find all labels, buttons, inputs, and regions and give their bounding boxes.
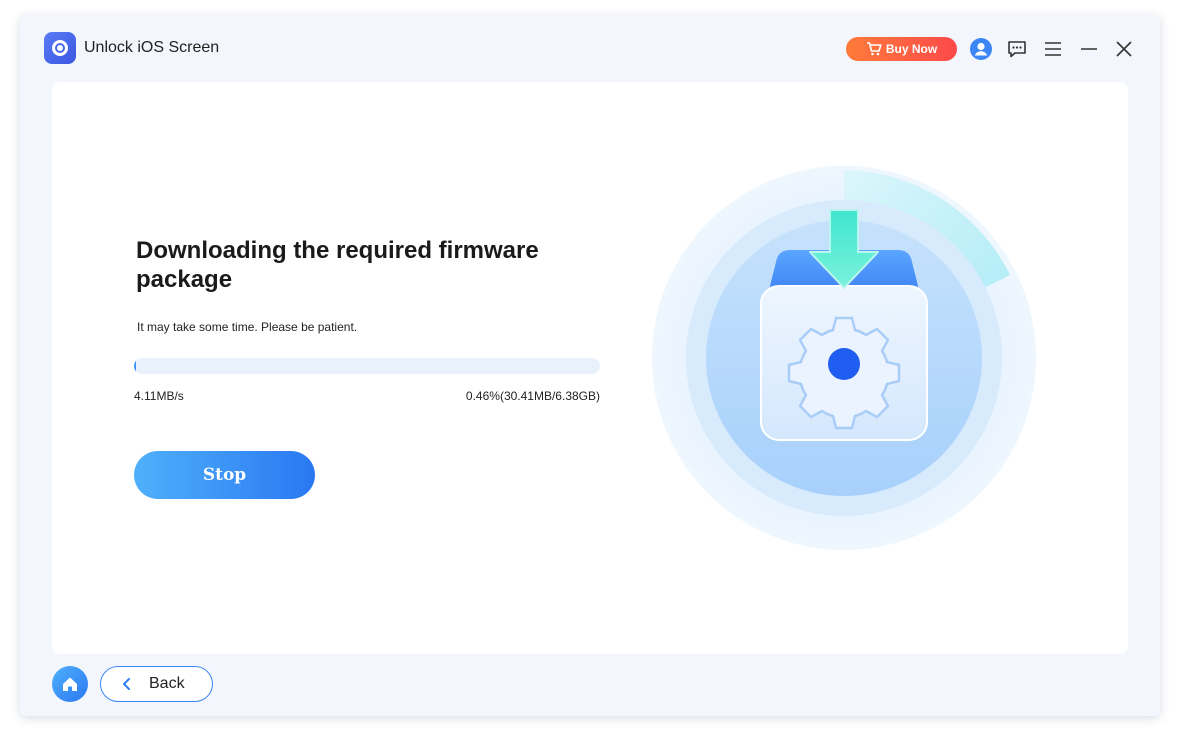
cart-icon (866, 42, 882, 56)
app-logo-icon (44, 32, 76, 64)
stop-button[interactable]: Stop (134, 451, 315, 499)
back-button[interactable]: Back (100, 666, 213, 702)
download-speed: 4.11MB/s (134, 389, 184, 403)
home-icon (63, 677, 77, 691)
close-icon[interactable] (1113, 38, 1135, 60)
download-progress-bar (134, 358, 600, 374)
user-icon[interactable] (970, 38, 992, 60)
buy-now-button[interactable]: Buy Now (846, 37, 957, 61)
menu-icon[interactable] (1042, 38, 1064, 60)
chat-icon[interactable] (1006, 38, 1028, 60)
chevron-left-icon (123, 678, 130, 690)
minimize-icon[interactable] (1078, 38, 1100, 60)
progress-fill (134, 358, 137, 374)
firmware-download-illustration (652, 166, 1036, 550)
download-progress-text: 0.46%(30.41MB/6.38GB) (465, 389, 600, 403)
home-button[interactable] (52, 666, 88, 702)
app-window: Unlock iOS Screen Buy Now Downloading th… (20, 15, 1160, 716)
buy-now-label: Buy Now (885, 42, 938, 56)
page-title: Downloading the required firmware packag… (136, 237, 539, 293)
main-panel: Downloading the required firmware packag… (52, 82, 1128, 654)
title-bar: Unlock iOS Screen Buy Now (20, 15, 1160, 79)
back-button-label: Back (149, 675, 185, 692)
app-title: Unlock iOS Screen (84, 39, 220, 56)
page-subtitle: It may take some time. Please be patient… (137, 320, 358, 334)
